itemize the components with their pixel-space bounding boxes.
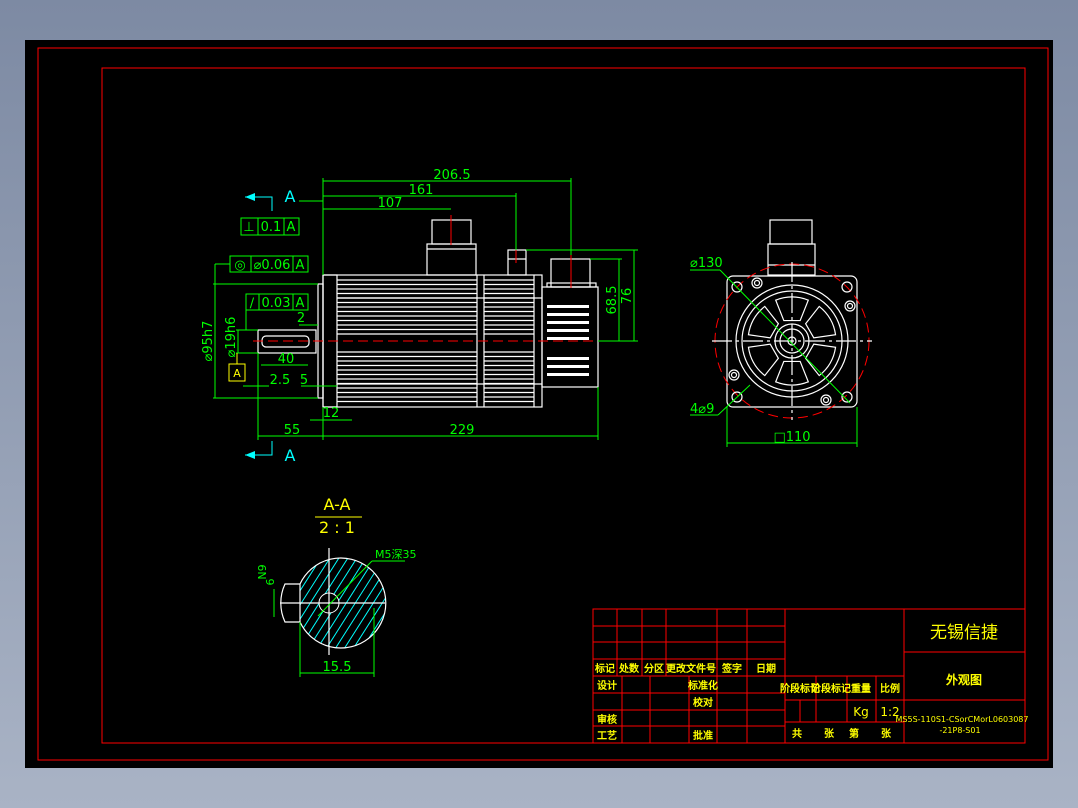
dim-holes: 4⌀9 [690,402,714,417]
drawing-canvas [25,40,1053,768]
drawing-name: 外观图 [946,672,982,687]
label-sheets: 张 [824,727,835,740]
dim-12: 12 [323,406,340,421]
tol-datum: A [296,296,305,311]
label-stage-mark: 阶段标记 [811,682,851,695]
weight-unit: Kg [853,705,869,719]
dim-2: 2 [297,311,305,326]
label-weight: 重量 [851,682,871,695]
company-name: 无锡信捷 [930,623,998,643]
cad-drawing: 206.5 161 107 68.5 76 55 229 40 2.5 5 12… [25,40,1053,768]
tol-value: ⌀0.06 [254,258,291,273]
dim-flange-dia: ⌀95h7 [201,321,216,362]
part-number-line1: MS5S-110S1-CSorCMorL0603087 [896,715,1029,724]
header-change-doc: 更改文件号 [666,662,716,675]
dim-107: 107 [378,196,403,211]
encoder-slot [547,321,589,324]
key-width-tolerance: N9 [256,564,269,579]
tol-value: 0.1 [261,220,282,235]
tol-symbol-concentricity: ◎ [234,258,245,273]
dim-229: 229 [450,423,475,438]
section-scale: 2 : 1 [319,518,355,537]
tol-value: 0.03 [262,296,291,311]
label-approve: 批准 [693,729,713,742]
label-review: 审核 [597,713,617,726]
label-sheet-unit: 张 [881,727,892,740]
encoder-slot [547,373,589,376]
tol-datum: A [296,258,305,273]
dim-206-5: 206.5 [433,168,470,183]
dim-2-5: 2.5 [270,373,291,388]
header-date: 日期 [756,662,776,675]
encoder-slot [547,305,589,308]
tol-symbol-perpendicularity: ⊥ [243,220,254,235]
header-sign: 签字 [721,662,742,675]
dim-square: □110 [773,430,810,445]
encoder-slot [547,357,589,360]
encoder-slot [547,313,589,316]
label-sheet-no: 第 [849,727,859,740]
encoder-slot [547,329,589,332]
dim-55: 55 [284,423,301,438]
dim-shaft-dia: ⌀19h6 [224,317,239,358]
header-count: 处数 [618,662,640,675]
dim-15-5: 15.5 [323,660,352,675]
label-check: 校对 [693,696,713,709]
section-title: A-A [324,495,351,514]
dim-68-5: 68.5 [605,286,620,315]
scale-value: 1:2 [880,705,899,719]
key-depth: 6 [264,579,277,586]
dim-pcd: ⌀130 [690,256,723,271]
label-total: 共 [792,727,802,740]
label-process: 工艺 [597,729,617,742]
encoder-slot [547,365,589,368]
header-mark: 标记 [594,662,615,675]
label-design: 设计 [597,679,617,692]
tol-symbol-runout: ∕ [250,296,255,311]
dim-5: 5 [300,373,308,388]
dim-40: 40 [278,352,295,367]
part-number-line2: -21P8-S01 [939,726,980,735]
thread-spec: M5深35 [375,548,417,561]
tol-datum: A [287,220,296,235]
label-standardize: 标准化 [687,679,718,692]
section-mark-bottom: A [285,446,296,465]
datum-label: A [233,367,241,380]
dim-161: 161 [409,183,434,198]
encoder-slot [547,337,589,340]
section-mark-top: A [285,187,296,206]
header-zone: 分区 [644,662,664,675]
label-scale: 比例 [880,682,900,695]
dim-76: 76 [620,288,635,305]
